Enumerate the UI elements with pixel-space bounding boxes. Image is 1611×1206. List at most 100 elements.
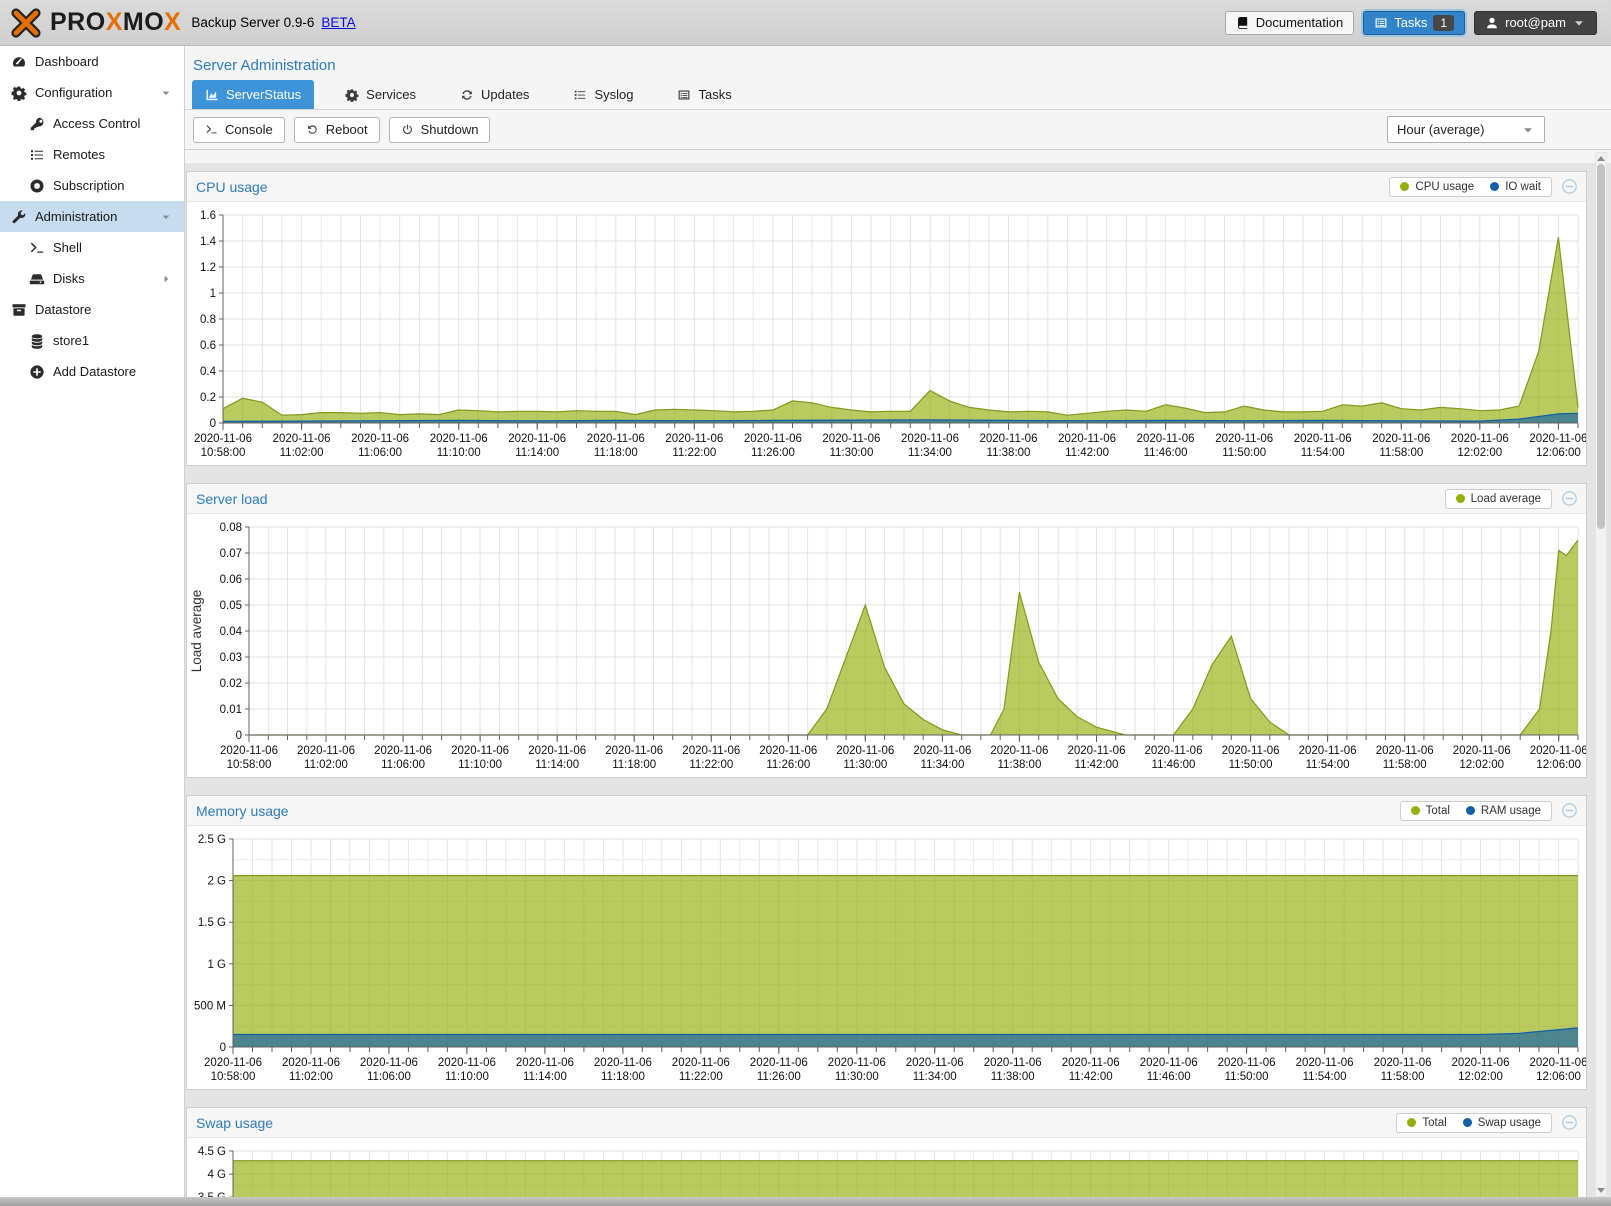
svg-text:11:18:00: 11:18:00 bbox=[601, 1071, 645, 1083]
svg-text:0.05: 0.05 bbox=[220, 600, 242, 612]
svg-text:2020-11-06: 2020-11-06 bbox=[980, 433, 1038, 445]
documentation-button[interactable]: Documentation bbox=[1225, 11, 1354, 35]
task-list-icon bbox=[1374, 16, 1388, 30]
svg-text:2020-11-06: 2020-11-06 bbox=[1299, 745, 1357, 757]
svg-text:2020-11-06: 2020-11-06 bbox=[1374, 1057, 1432, 1069]
sidebar-item-configuration[interactable]: Configuration bbox=[0, 77, 184, 108]
svg-text:2020-11-06: 2020-11-06 bbox=[665, 433, 723, 445]
svg-text:11:38:00: 11:38:00 bbox=[997, 759, 1041, 771]
svg-text:0.04: 0.04 bbox=[220, 626, 243, 638]
svg-text:11:38:00: 11:38:00 bbox=[991, 1071, 1035, 1083]
svg-text:12:02:00: 12:02:00 bbox=[1459, 759, 1504, 771]
sidebar-item-label: Remotes bbox=[53, 147, 105, 162]
sidebar-item-label: Shell bbox=[53, 240, 82, 255]
svg-text:500 M: 500 M bbox=[194, 1000, 226, 1012]
svg-text:2020-11-06: 2020-11-06 bbox=[1451, 433, 1509, 445]
svg-text:11:42:00: 11:42:00 bbox=[1065, 447, 1109, 459]
timeframe-select[interactable]: Hour (average) bbox=[1387, 116, 1545, 143]
svg-text:2020-11-06: 2020-11-06 bbox=[1215, 433, 1273, 445]
hdd-icon bbox=[29, 271, 45, 287]
swap-usage-chart: 0500 M1 G1.5 G2 G2.5 G3 G3.5 G4 G4.5 G20… bbox=[187, 1138, 1586, 1206]
legend-dot bbox=[1463, 1118, 1472, 1127]
legend-dot bbox=[1490, 182, 1499, 191]
tasks-button[interactable]: Tasks 1 bbox=[1363, 11, 1465, 35]
svg-text:11:06:00: 11:06:00 bbox=[358, 447, 402, 459]
collapse-panel-icon[interactable] bbox=[1561, 1114, 1578, 1131]
svg-text:Load average: Load average bbox=[189, 590, 204, 673]
tab-tasks[interactable]: Tasks bbox=[664, 80, 744, 109]
svg-text:2020-11-06: 2020-11-06 bbox=[672, 1057, 730, 1069]
sidebar-item-dashboard[interactable]: Dashboard bbox=[0, 46, 184, 77]
swap-usage-panel: Swap usage TotalSwap usage 0500 M1 G1.5 G2… bbox=[186, 1107, 1587, 1206]
svg-text:0: 0 bbox=[236, 730, 242, 742]
cpu-usage-panel: CPU usageCPU usageIO wait00.20.40.60.811… bbox=[186, 171, 1587, 466]
svg-text:2020-11-06: 2020-11-06 bbox=[682, 745, 740, 757]
console-button[interactable]: Console bbox=[193, 117, 285, 143]
proxmox-x-icon bbox=[8, 5, 44, 41]
sidebar-item-subscription[interactable]: Subscription bbox=[0, 170, 184, 201]
sidebar-item-access-control[interactable]: Access Control bbox=[0, 108, 184, 139]
page-title: Server Administration bbox=[185, 46, 1611, 80]
charts-scroll-area: CPU usageCPU usageIO wait00.20.40.60.811… bbox=[185, 163, 1611, 1206]
svg-text:2020-11-06: 2020-11-06 bbox=[374, 745, 432, 757]
sidebar-item-shell[interactable]: Shell bbox=[0, 232, 184, 263]
svg-text:2 G: 2 G bbox=[207, 876, 226, 888]
svg-text:2020-11-06: 2020-11-06 bbox=[1452, 1057, 1510, 1069]
chart-legend: TotalSwap usage bbox=[1396, 1113, 1552, 1133]
svg-text:1.2: 1.2 bbox=[200, 262, 216, 274]
scroll-up-arrow[interactable] bbox=[1596, 153, 1606, 164]
svg-text:0.08: 0.08 bbox=[220, 522, 242, 534]
lifering-icon bbox=[29, 178, 45, 194]
svg-text:12:02:00: 12:02:00 bbox=[1458, 1071, 1503, 1083]
database-icon bbox=[29, 333, 45, 349]
collapse-panel-icon[interactable] bbox=[1561, 490, 1578, 507]
svg-text:11:06:00: 11:06:00 bbox=[367, 1071, 411, 1083]
collapse-panel-icon[interactable] bbox=[1561, 178, 1578, 195]
tab-syslog[interactable]: Syslog bbox=[560, 80, 646, 109]
undo-icon bbox=[306, 123, 319, 136]
server-load-chart: 00.010.020.030.040.050.060.070.082020-11… bbox=[187, 514, 1586, 777]
shutdown-button[interactable]: Shutdown bbox=[389, 117, 491, 143]
scrollbar-thumb[interactable] bbox=[1597, 164, 1605, 529]
svg-text:11:54:00: 11:54:00 bbox=[1301, 447, 1345, 459]
svg-text:11:42:00: 11:42:00 bbox=[1075, 759, 1119, 771]
beta-link[interactable]: BETA bbox=[321, 15, 355, 30]
svg-text:2020-11-06: 2020-11-06 bbox=[430, 433, 488, 445]
scroll-down-arrow[interactable] bbox=[1596, 1185, 1606, 1196]
tab-bar: ServerStatus Services Updates Syslog Tasks bbox=[185, 80, 1611, 110]
sidebar-item-store1[interactable]: store1 bbox=[0, 325, 184, 356]
sidebar-item-administration[interactable]: Administration bbox=[0, 201, 184, 232]
legend-item: Total bbox=[1407, 1117, 1446, 1129]
svg-text:2020-11-06: 2020-11-06 bbox=[1058, 433, 1116, 445]
svg-text:11:14:00: 11:14:00 bbox=[535, 759, 579, 771]
svg-text:11:02:00: 11:02:00 bbox=[289, 1071, 333, 1083]
sidebar-item-datastore[interactable]: Datastore bbox=[0, 294, 184, 325]
user-menu-button[interactable]: root@pam bbox=[1474, 11, 1597, 35]
tab-services[interactable]: Services bbox=[332, 80, 429, 109]
svg-text:2020-11-06: 2020-11-06 bbox=[1372, 433, 1430, 445]
panel-title: Swap usage bbox=[196, 1115, 273, 1131]
svg-text:11:50:00: 11:50:00 bbox=[1225, 1071, 1269, 1083]
svg-text:2020-11-06: 2020-11-06 bbox=[1222, 745, 1280, 757]
memory-usage-panel: Memory usageTotalRAM usage0500 M1 G1.5 G… bbox=[186, 795, 1587, 1090]
tab-updates[interactable]: Updates bbox=[447, 80, 542, 109]
cogs-icon bbox=[11, 85, 27, 101]
svg-text:11:14:00: 11:14:00 bbox=[523, 1071, 567, 1083]
vertical-scrollbar[interactable] bbox=[1595, 152, 1607, 1197]
svg-text:0.02: 0.02 bbox=[220, 678, 242, 690]
svg-text:11:26:00: 11:26:00 bbox=[757, 1071, 801, 1083]
svg-text:2020-11-06: 2020-11-06 bbox=[1530, 1057, 1586, 1069]
reboot-button[interactable]: Reboot bbox=[294, 117, 380, 143]
svg-text:0: 0 bbox=[220, 1042, 226, 1054]
tab-serverstatus[interactable]: ServerStatus bbox=[192, 80, 314, 109]
collapse-panel-icon[interactable] bbox=[1561, 802, 1578, 819]
svg-text:0.03: 0.03 bbox=[220, 652, 242, 664]
svg-text:11:58:00: 11:58:00 bbox=[1383, 759, 1427, 771]
svg-text:11:10:00: 11:10:00 bbox=[437, 447, 481, 459]
sidebar-item-disks[interactable]: Disks bbox=[0, 263, 184, 294]
svg-text:2020-11-06: 2020-11-06 bbox=[1294, 433, 1352, 445]
svg-text:2020-11-06: 2020-11-06 bbox=[1062, 1057, 1120, 1069]
svg-text:2020-11-06: 2020-11-06 bbox=[1530, 745, 1586, 757]
sidebar-item-add-datastore[interactable]: Add Datastore bbox=[0, 356, 184, 387]
sidebar-item-remotes[interactable]: Remotes bbox=[0, 139, 184, 170]
